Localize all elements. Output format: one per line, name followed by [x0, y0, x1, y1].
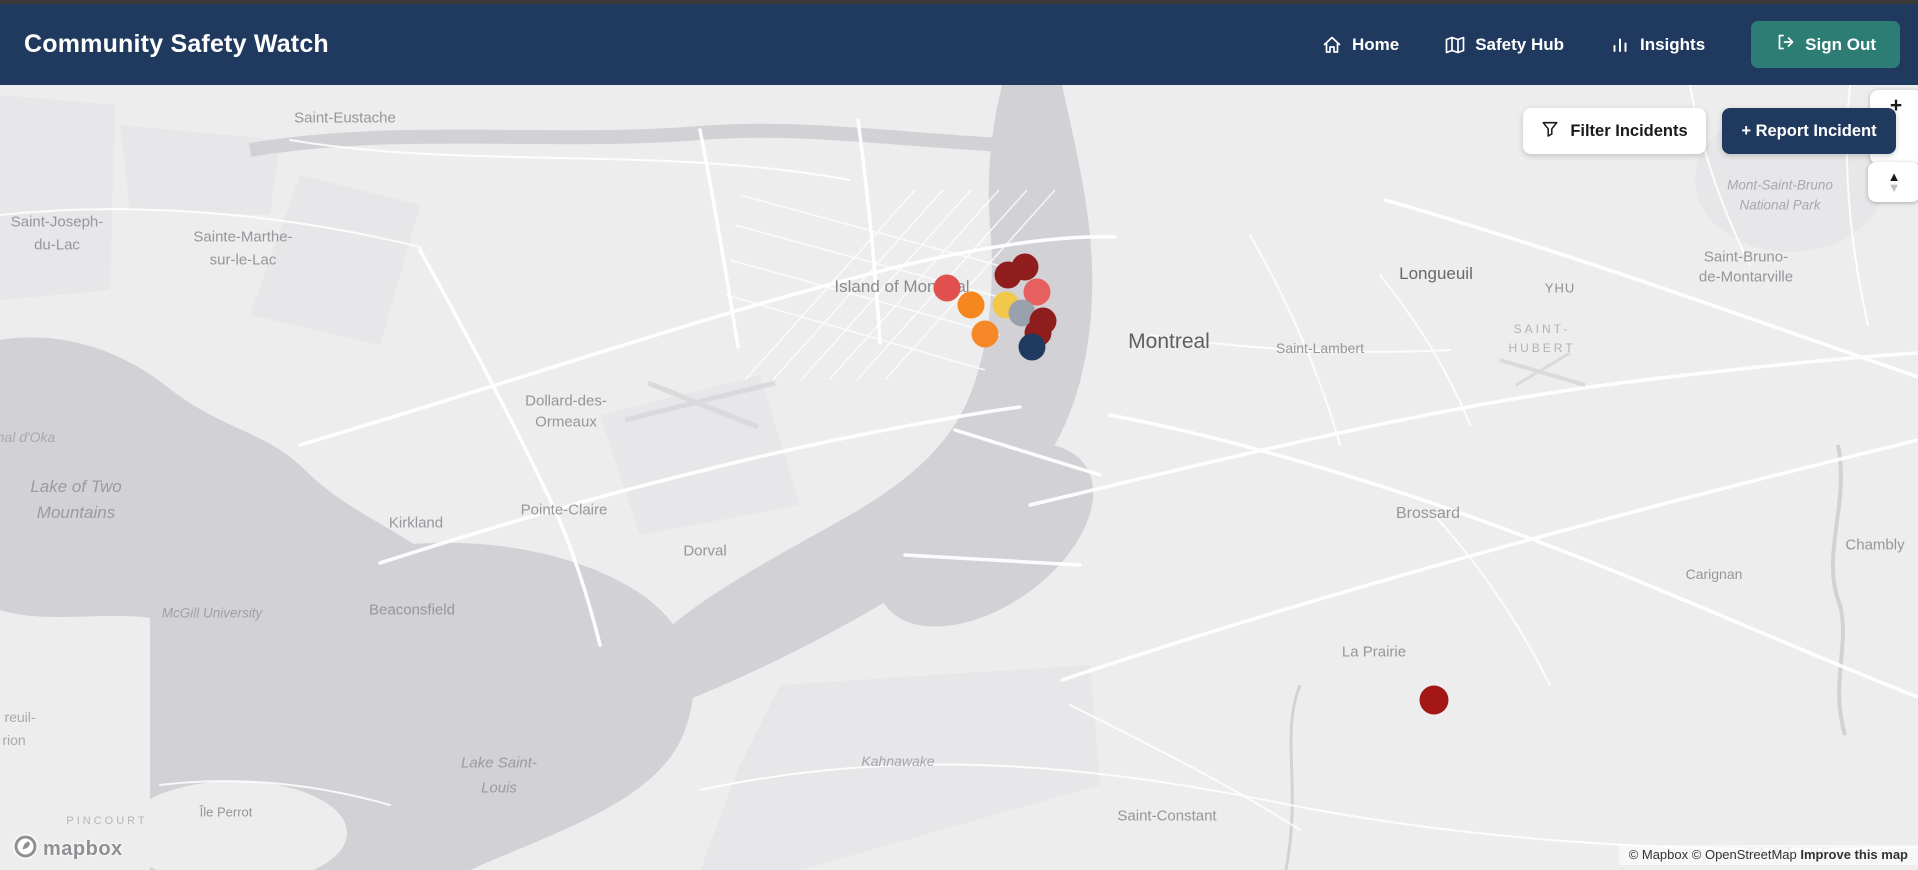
- incident-marker[interactable]: [933, 274, 961, 302]
- incident-marker[interactable]: [957, 291, 985, 319]
- funnel-icon: [1541, 120, 1559, 143]
- mapbox-logo-text: mapbox: [43, 837, 123, 860]
- nav-home[interactable]: Home: [1322, 35, 1399, 55]
- attribution-improve-link[interactable]: Improve this map: [1800, 847, 1908, 862]
- map-icon: [1445, 35, 1465, 55]
- app-title: Community Safety Watch: [24, 30, 329, 58]
- incident-marker[interactable]: [994, 261, 1022, 289]
- report-incident-button[interactable]: + Report Incident: [1722, 108, 1896, 154]
- main-nav: Home Safety Hub Insights Sign Out: [1322, 21, 1900, 68]
- home-icon: [1322, 35, 1342, 55]
- arrow-down-icon: ▼: [1887, 180, 1901, 195]
- sign-out-label: Sign Out: [1805, 34, 1876, 54]
- map-attribution: © Mapbox © OpenStreetMap Improve this ma…: [1618, 845, 1918, 865]
- window-top-strip: [0, 0, 1918, 4]
- nav-safety-hub-label: Safety Hub: [1475, 34, 1564, 54]
- attribution-osm-link[interactable]: © OpenStreetMap: [1692, 847, 1797, 862]
- filter-incidents-label: Filter Incidents: [1570, 121, 1688, 140]
- nav-safety-hub[interactable]: Safety Hub: [1445, 35, 1564, 55]
- nav-insights-label: Insights: [1640, 34, 1706, 54]
- sign-out-button[interactable]: Sign Out: [1751, 21, 1900, 68]
- sign-out-icon: [1775, 32, 1795, 57]
- map-pitch-control[interactable]: ▲ ▼: [1868, 162, 1918, 202]
- mapbox-pin-icon: [12, 833, 39, 865]
- app-header: Community Safety Watch Home Safety Hub I…: [0, 4, 1918, 85]
- bar-chart-icon: [1610, 35, 1630, 55]
- basemap-tiles: [0, 85, 1918, 870]
- nav-insights[interactable]: Insights: [1610, 35, 1705, 55]
- incident-marker[interactable]: [971, 320, 999, 348]
- nav-home-label: Home: [1351, 34, 1400, 54]
- incident-marker[interactable]: [1419, 685, 1449, 715]
- attribution-mapbox-link[interactable]: © Mapbox: [1629, 847, 1688, 862]
- mapbox-logo[interactable]: mapbox: [12, 833, 123, 865]
- incident-marker[interactable]: [1018, 333, 1046, 361]
- filter-incidents-button[interactable]: Filter Incidents: [1523, 108, 1706, 154]
- app-root: Community Safety Watch Home Safety Hub I…: [0, 0, 1918, 870]
- map-canvas[interactable]: Saint-Eustache Saint-Joseph-du-Lac Sainte-…: [0, 85, 1918, 870]
